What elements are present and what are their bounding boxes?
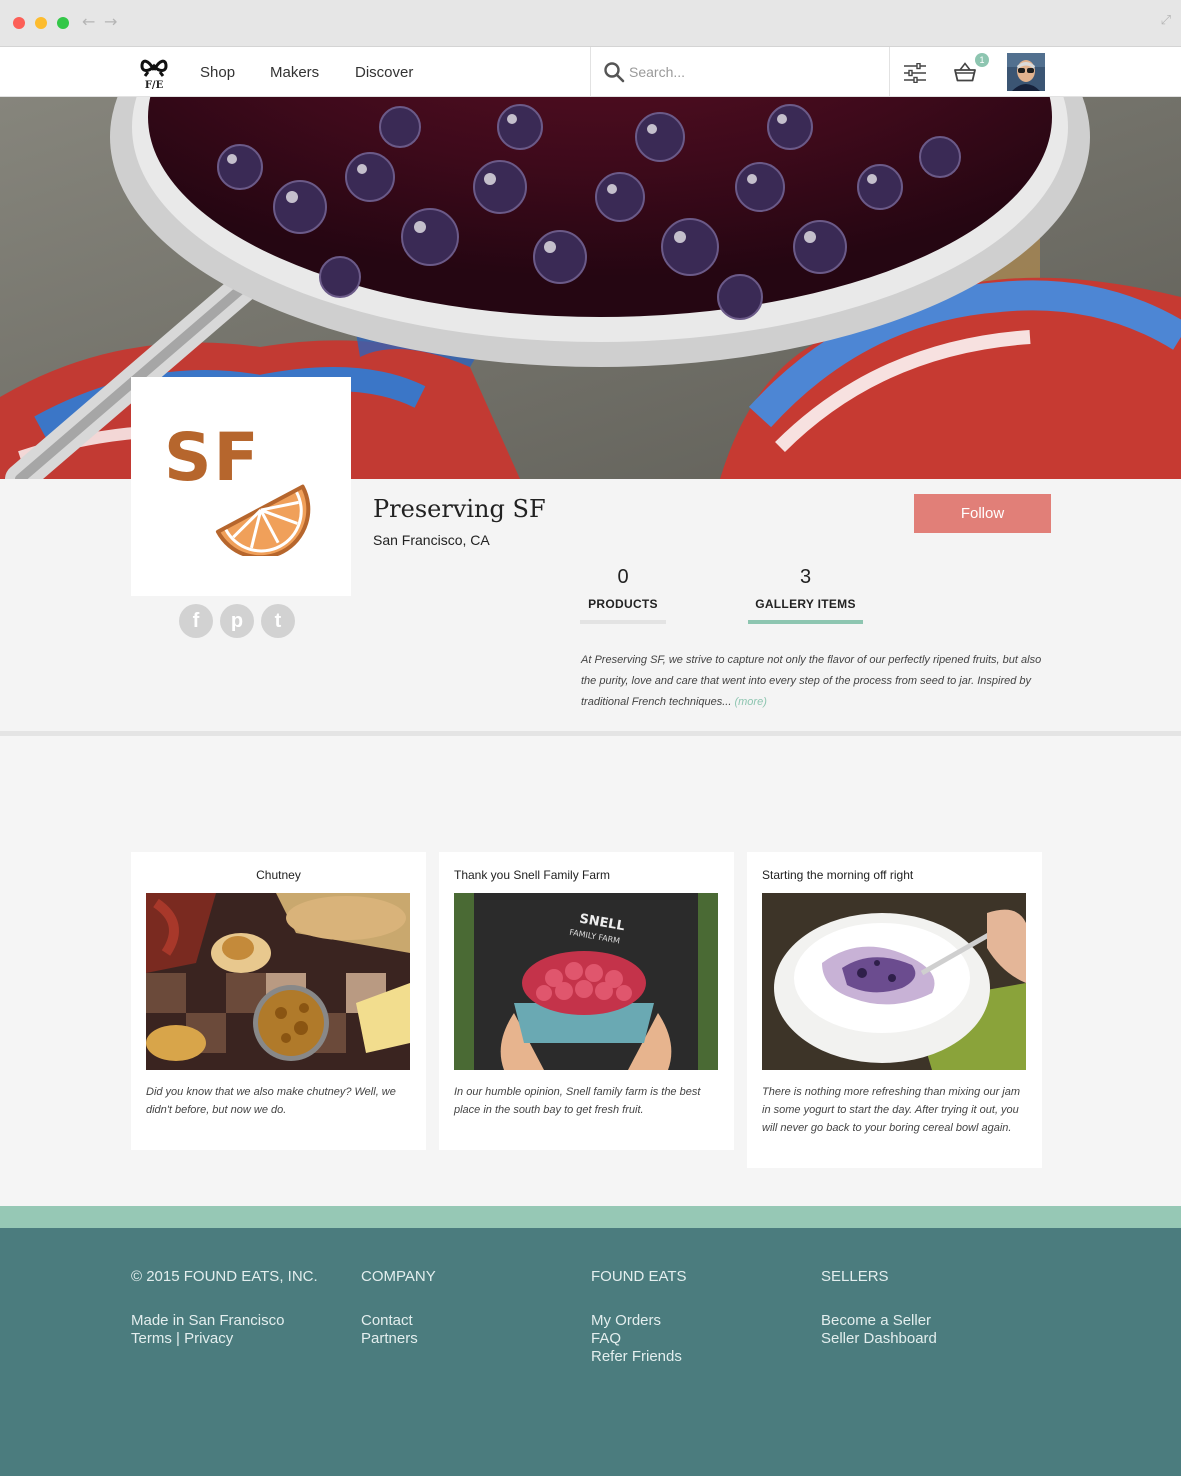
gallery-items-label: GALLERY ITEMS bbox=[755, 597, 856, 611]
footer-separator: | bbox=[176, 1330, 180, 1347]
search-input[interactable] bbox=[629, 61, 869, 83]
products-count: 0 bbox=[617, 566, 629, 588]
orange-slice-icon bbox=[215, 484, 311, 556]
gallery-card-description: There is nothing more refreshing than mi… bbox=[762, 1086, 1021, 1134]
footer-copyright: © 2015 FOUND EATS, INC. bbox=[131, 1268, 318, 1285]
gallery-card-description: In our humble opinion, Snell family farm… bbox=[454, 1086, 701, 1116]
shop-bio-text: At Preserving SF, we strive to capture n… bbox=[581, 654, 1042, 708]
footer-privacy-link[interactable]: Privacy bbox=[184, 1330, 233, 1347]
footer-legal-links: Terms | Privacy bbox=[131, 1330, 233, 1347]
shop-logo-card: SF bbox=[131, 377, 351, 596]
footer-my-orders-link[interactable]: My Orders bbox=[591, 1312, 661, 1329]
close-window-button[interactable] bbox=[13, 17, 25, 29]
nav-makers[interactable]: Makers bbox=[270, 64, 319, 81]
gallery-card-title: Starting the morning off right bbox=[762, 868, 914, 882]
follow-button[interactable]: Follow bbox=[914, 494, 1051, 533]
browser-toolbar: ← → ⤢ bbox=[0, 0, 1181, 47]
gallery-card[interactable]: Thank you Snell Family Farm SNELL FAMILY… bbox=[439, 852, 734, 1150]
footer-partners-link[interactable]: Partners bbox=[361, 1330, 418, 1347]
footer-accent-band bbox=[0, 1206, 1181, 1228]
footer-terms-link[interactable]: Terms bbox=[131, 1330, 172, 1347]
pinterest-icon[interactable]: p bbox=[220, 604, 254, 638]
footer-company-heading: COMPANY bbox=[361, 1268, 436, 1285]
gallery-card-title: Chutney bbox=[256, 868, 301, 882]
footer-found-eats-heading: FOUND EATS bbox=[591, 1268, 687, 1285]
site-footer: © 2015 FOUND EATS, INC. Made in San Fran… bbox=[0, 1228, 1181, 1476]
footer-refer-friends-link[interactable]: Refer Friends bbox=[591, 1348, 682, 1365]
search-icon[interactable] bbox=[603, 61, 625, 83]
gallery-card-description: Did you know that we also make chutney? … bbox=[146, 1086, 396, 1116]
zoom-window-button[interactable] bbox=[57, 17, 69, 29]
shop-name: Preserving SF bbox=[373, 495, 546, 523]
shop-bio: At Preserving SF, we strive to capture n… bbox=[581, 650, 1056, 713]
filter-sliders-icon[interactable] bbox=[903, 63, 927, 83]
gallery-items-count: 3 bbox=[799, 566, 812, 588]
shop-location: San Francisco, CA bbox=[373, 532, 490, 548]
footer-contact-link[interactable]: Contact bbox=[361, 1312, 413, 1329]
user-avatar[interactable] bbox=[1007, 53, 1045, 91]
footer-sellers-heading: SELLERS bbox=[821, 1268, 889, 1285]
gallery-card-image bbox=[146, 893, 410, 1070]
basket-icon[interactable] bbox=[953, 62, 977, 82]
search-bar bbox=[590, 47, 890, 97]
minimize-window-button[interactable] bbox=[35, 17, 47, 29]
section-divider bbox=[0, 731, 1181, 736]
expand-icon[interactable]: ⤢ bbox=[1161, 13, 1171, 28]
logo-text: F/E bbox=[144, 80, 164, 91]
products-tab-indicator bbox=[580, 620, 666, 624]
back-arrow-icon[interactable]: ← bbox=[82, 12, 95, 31]
twitter-icon[interactable]: t bbox=[261, 604, 295, 638]
nav-shop[interactable]: Shop bbox=[200, 64, 235, 81]
forward-arrow-icon[interactable]: → bbox=[104, 12, 117, 31]
gallery-card-image bbox=[762, 893, 1026, 1070]
gallery-tab-indicator bbox=[748, 620, 863, 624]
footer-seller-dashboard-link[interactable]: Seller Dashboard bbox=[821, 1330, 937, 1347]
gallery-card-image: SNELL FAMILY FARM bbox=[454, 893, 718, 1070]
gallery-card[interactable]: Starting the morning off right There is … bbox=[747, 852, 1042, 1168]
bio-more-link[interactable]: (more) bbox=[734, 696, 766, 708]
site-logo[interactable]: F/E bbox=[139, 55, 169, 93]
products-label: PRODUCTS bbox=[588, 597, 658, 611]
facebook-icon[interactable]: f bbox=[179, 604, 213, 638]
pretzel-logo-icon bbox=[140, 59, 168, 77]
gallery-card[interactable]: Chutney Did you know that we also make c… bbox=[131, 852, 426, 1150]
gallery-card-title: Thank you Snell Family Farm bbox=[454, 868, 611, 882]
footer-become-seller-link[interactable]: Become a Seller bbox=[821, 1312, 931, 1329]
footer-made-in: Made in San Francisco bbox=[131, 1312, 285, 1329]
cart-count-badge: 1 bbox=[975, 53, 989, 67]
nav-discover[interactable]: Discover bbox=[355, 64, 413, 81]
footer-faq-link[interactable]: FAQ bbox=[591, 1330, 621, 1347]
site-header: F/E Shop Makers Discover 1 bbox=[0, 47, 1181, 97]
